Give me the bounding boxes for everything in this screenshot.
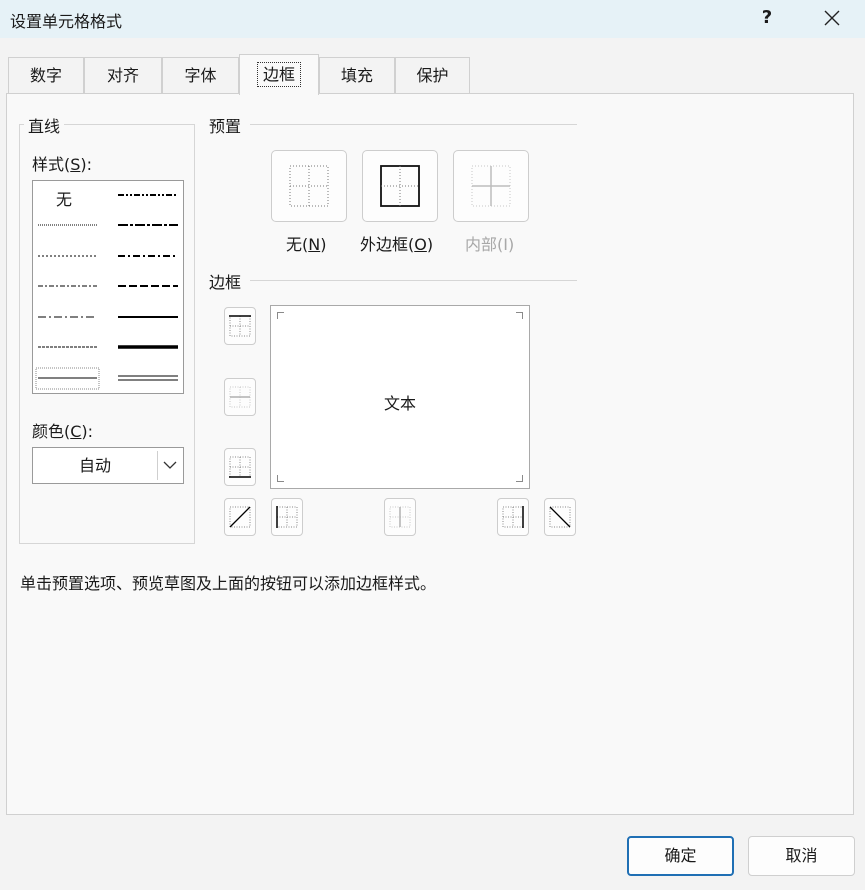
border-diagonal-down-button[interactable] (544, 498, 576, 536)
close-button[interactable] (815, 4, 849, 32)
border-bottom-button[interactable] (224, 448, 256, 486)
border-top-button[interactable] (224, 307, 256, 345)
tab-number[interactable]: 数字 (8, 57, 84, 94)
border-diagonal-up-button[interactable] (224, 498, 256, 536)
preset-outline-button[interactable] (362, 150, 438, 222)
diagonal-down-icon (549, 506, 571, 528)
preset-none-icon (289, 165, 329, 207)
border-left-icon (276, 506, 298, 528)
preview-corner-bottom-right (516, 475, 523, 482)
ok-button[interactable]: 确定 (627, 836, 734, 876)
border-inside-vertical-icon (389, 506, 411, 528)
line-style-list[interactable] (32, 180, 184, 394)
preset-none-label: 无(N) (286, 235, 327, 254)
border-right-button[interactable] (497, 498, 529, 536)
cancel-button[interactable]: 取消 (748, 836, 855, 876)
tab-alignment[interactable]: 对齐 (84, 57, 162, 94)
tab-fill[interactable]: 填充 (319, 57, 395, 94)
border-bottom-icon (229, 456, 251, 478)
tab-protection[interactable]: 保护 (395, 57, 470, 94)
preset-outline-label: 外边框(O) (360, 235, 434, 254)
preview-corner-top-left (277, 312, 284, 319)
preset-inside-icon (471, 165, 511, 207)
hint-text: 单击预置选项、预览草图及上面的按钮可以添加边框样式。 (20, 574, 437, 593)
line-style-swatches (35, 194, 178, 390)
preview-text: 文本 (383, 394, 416, 413)
color-dropdown-button[interactable] (157, 451, 181, 480)
presets-group-label: 预置 (205, 113, 246, 137)
preset-inside-button (453, 150, 529, 222)
line-group-label: 直线 (24, 113, 65, 137)
chevron-down-icon (163, 461, 177, 469)
style-none-option[interactable]: 无 (56, 186, 72, 210)
border-inside-horizontal-icon (229, 386, 251, 408)
border-right-icon (502, 506, 524, 528)
title-bar: 设置单元格格式 ? (0, 0, 865, 38)
border-top-icon (229, 315, 251, 337)
color-label: 颜色(C): (32, 422, 94, 441)
color-value: 自动 (78, 456, 111, 475)
presets-separator (250, 124, 577, 125)
preset-none-button[interactable] (271, 150, 347, 222)
border-group-label: 边框 (205, 269, 246, 293)
tab-font[interactable]: 字体 (162, 57, 239, 94)
style-label: 样式(S): (32, 155, 93, 174)
border-preview[interactable]: 文本 (270, 305, 530, 489)
border-separator (250, 280, 577, 281)
tab-border-label: 边框 (256, 62, 301, 87)
preview-corner-top-right (516, 312, 523, 319)
dialog-title: 设置单元格格式 (10, 12, 123, 31)
color-select[interactable]: 自动 (32, 447, 184, 484)
preset-outline-icon (380, 165, 420, 207)
close-icon (824, 10, 840, 26)
preview-corner-bottom-left (277, 475, 284, 482)
border-left-button[interactable] (271, 498, 303, 536)
diagonal-up-icon (229, 506, 251, 528)
border-inside-vertical-button (384, 498, 416, 536)
tab-border[interactable]: 边框 (239, 54, 319, 95)
border-inside-horizontal-button (224, 378, 256, 416)
preset-inside-label: 内部(I) (465, 235, 515, 254)
help-button[interactable]: ? (752, 4, 782, 32)
